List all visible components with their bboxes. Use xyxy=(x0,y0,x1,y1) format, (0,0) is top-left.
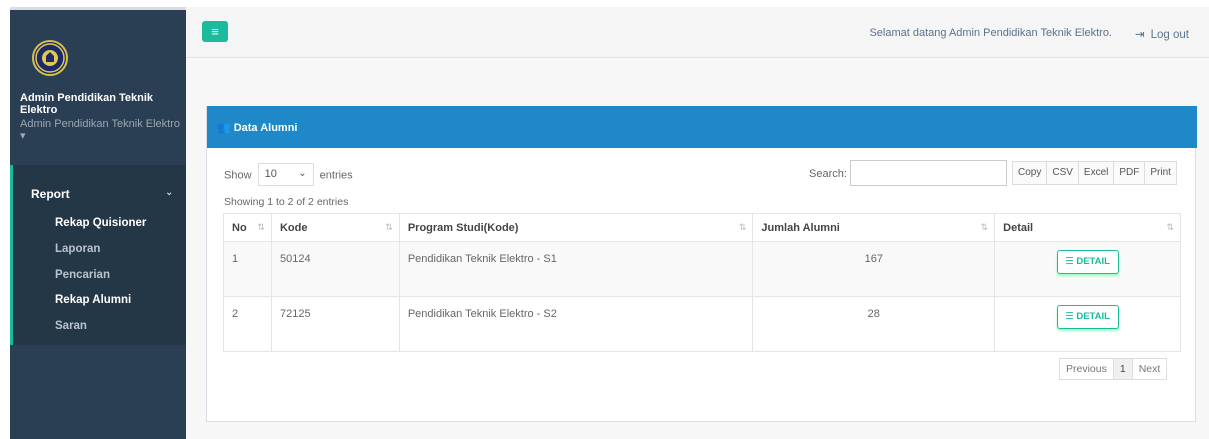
export-buttons: Copy CSV Excel PDF Print xyxy=(1012,161,1177,185)
cell-program-studi: Pendidikan Teknik Elektro - S1 xyxy=(398,241,754,297)
next-page-button[interactable]: Next xyxy=(1131,358,1168,380)
main-content: 👥 Data Alumni Show 10 ⌄ entries Search: Co… xyxy=(186,58,1209,439)
copy-button[interactable]: Copy xyxy=(1012,161,1048,185)
print-button[interactable]: Print xyxy=(1144,161,1177,185)
pagination: Previous 1 Next xyxy=(1059,358,1168,380)
chevron-down-icon: ⌄ xyxy=(298,168,307,179)
profile-role-dropdown[interactable]: Admin Pendidikan Teknik Elektro ▾ xyxy=(20,118,180,142)
top-navbar: ≡ Selamat datang Admin Pendidikan Teknik… xyxy=(186,7,1209,58)
cell-detail: ☰ DETAIL xyxy=(994,296,1181,352)
cell-jumlah-alumni: 167 xyxy=(752,241,996,297)
detail-button[interactable]: ☰ DETAIL xyxy=(1056,250,1119,274)
data-alumni-panel: 👥 Data Alumni Show 10 ⌄ entries Search: Co… xyxy=(206,106,1197,422)
sort-icon: ⇅ xyxy=(738,222,747,232)
emblem-icon xyxy=(35,43,65,73)
sidebar-section-report[interactable]: Report xyxy=(31,187,70,201)
entries-label: entries xyxy=(319,169,353,182)
sidebar-item-pencarian[interactable]: Pencarian xyxy=(55,269,110,281)
column-header-program-studi[interactable]: Program Studi(Kode) ⇅ xyxy=(398,213,754,242)
sidebar-item-rekap-alumni[interactable]: Rekap Alumni xyxy=(55,294,131,306)
cell-no: 2 xyxy=(223,296,272,352)
profile-name: Admin Pendidikan Teknik Elektro xyxy=(20,92,154,116)
entries-length-control: Show 10 ⌄ entries xyxy=(224,163,353,187)
bars-icon: ≡ xyxy=(211,24,219,39)
sidebar: Admin Pendidikan Teknik Elektro Admin Pe… xyxy=(10,7,186,439)
sort-icon: ⇅ xyxy=(980,222,989,232)
cell-kode: 72125 xyxy=(270,296,400,352)
column-header-kode[interactable]: Kode ⇅ xyxy=(270,213,400,242)
previous-page-button[interactable]: Previous xyxy=(1059,358,1114,380)
logout-link[interactable]: ⇥ Log out xyxy=(1135,27,1189,41)
users-icon: 👥 xyxy=(217,122,231,134)
chevron-down-icon[interactable]: ⌄ xyxy=(165,187,173,198)
pdf-button[interactable]: PDF xyxy=(1113,161,1146,185)
column-header-no[interactable]: No ⇅ xyxy=(223,213,272,242)
top-strip xyxy=(0,0,1209,7)
sidebar-menu: Report ⌄ Rekap Quisioner Laporan Pencari… xyxy=(10,165,186,345)
show-label: Show xyxy=(224,169,252,182)
profile-block: Admin Pendidikan Teknik Elektro Admin Pe… xyxy=(10,10,186,142)
cell-no: 1 xyxy=(223,241,272,297)
panel-title: Data Alumni xyxy=(233,122,298,134)
cell-detail: ☰ DETAIL xyxy=(994,241,1181,297)
cell-kode: 50124 xyxy=(270,241,400,297)
welcome-text: Selamat datang Admin Pendidikan Teknik E… xyxy=(869,27,1112,39)
table-info: Showing 1 to 2 of 2 entries xyxy=(224,196,349,208)
search-input[interactable] xyxy=(850,160,1007,186)
sort-icon: ⇅ xyxy=(385,222,393,232)
entries-value: 10 xyxy=(264,168,277,180)
sidebar-item-rekap-quisioner[interactable]: Rekap Quisioner xyxy=(55,217,146,229)
sort-asc-icon: ⇅ xyxy=(257,222,265,232)
entries-select[interactable]: 10 ⌄ xyxy=(257,163,314,186)
column-header-detail[interactable]: Detail ⇅ xyxy=(994,213,1181,242)
csv-button[interactable]: CSV xyxy=(1046,161,1079,185)
cell-program-studi: Pendidikan Teknik Elektro - S2 xyxy=(398,296,754,352)
column-header-jumlah-alumni[interactable]: Jumlah Alumni ⇅ xyxy=(752,213,996,242)
search-label: Search: xyxy=(809,168,847,180)
university-logo xyxy=(32,40,68,76)
alumni-table: No ⇅ Kode ⇅ Program Studi(Kode) ⇅ Jumlah Al… xyxy=(223,213,1181,352)
sidebar-item-saran[interactable]: Saran xyxy=(55,320,87,332)
cell-jumlah-alumni: 28 xyxy=(752,296,996,352)
table-row: 1 50124 Pendidikan Teknik Elektro - S1 1… xyxy=(223,241,1181,297)
table-row: 2 72125 Pendidikan Teknik Elektro - S2 2… xyxy=(223,296,1181,352)
logout-label: Log out xyxy=(1150,29,1189,41)
sign-out-icon: ⇥ xyxy=(1134,29,1145,41)
panel-header: 👥 Data Alumni xyxy=(207,106,1197,148)
menu-toggle-button[interactable]: ≡ xyxy=(202,21,228,42)
list-icon: ☰ xyxy=(1065,256,1077,267)
sort-icon: ⇅ xyxy=(1166,222,1174,232)
list-icon: ☰ xyxy=(1065,311,1077,322)
page-1-button[interactable]: 1 xyxy=(1112,358,1133,380)
sidebar-item-laporan[interactable]: Laporan xyxy=(55,243,100,255)
excel-button[interactable]: Excel xyxy=(1077,161,1115,185)
detail-button[interactable]: ☰ DETAIL xyxy=(1056,305,1119,329)
